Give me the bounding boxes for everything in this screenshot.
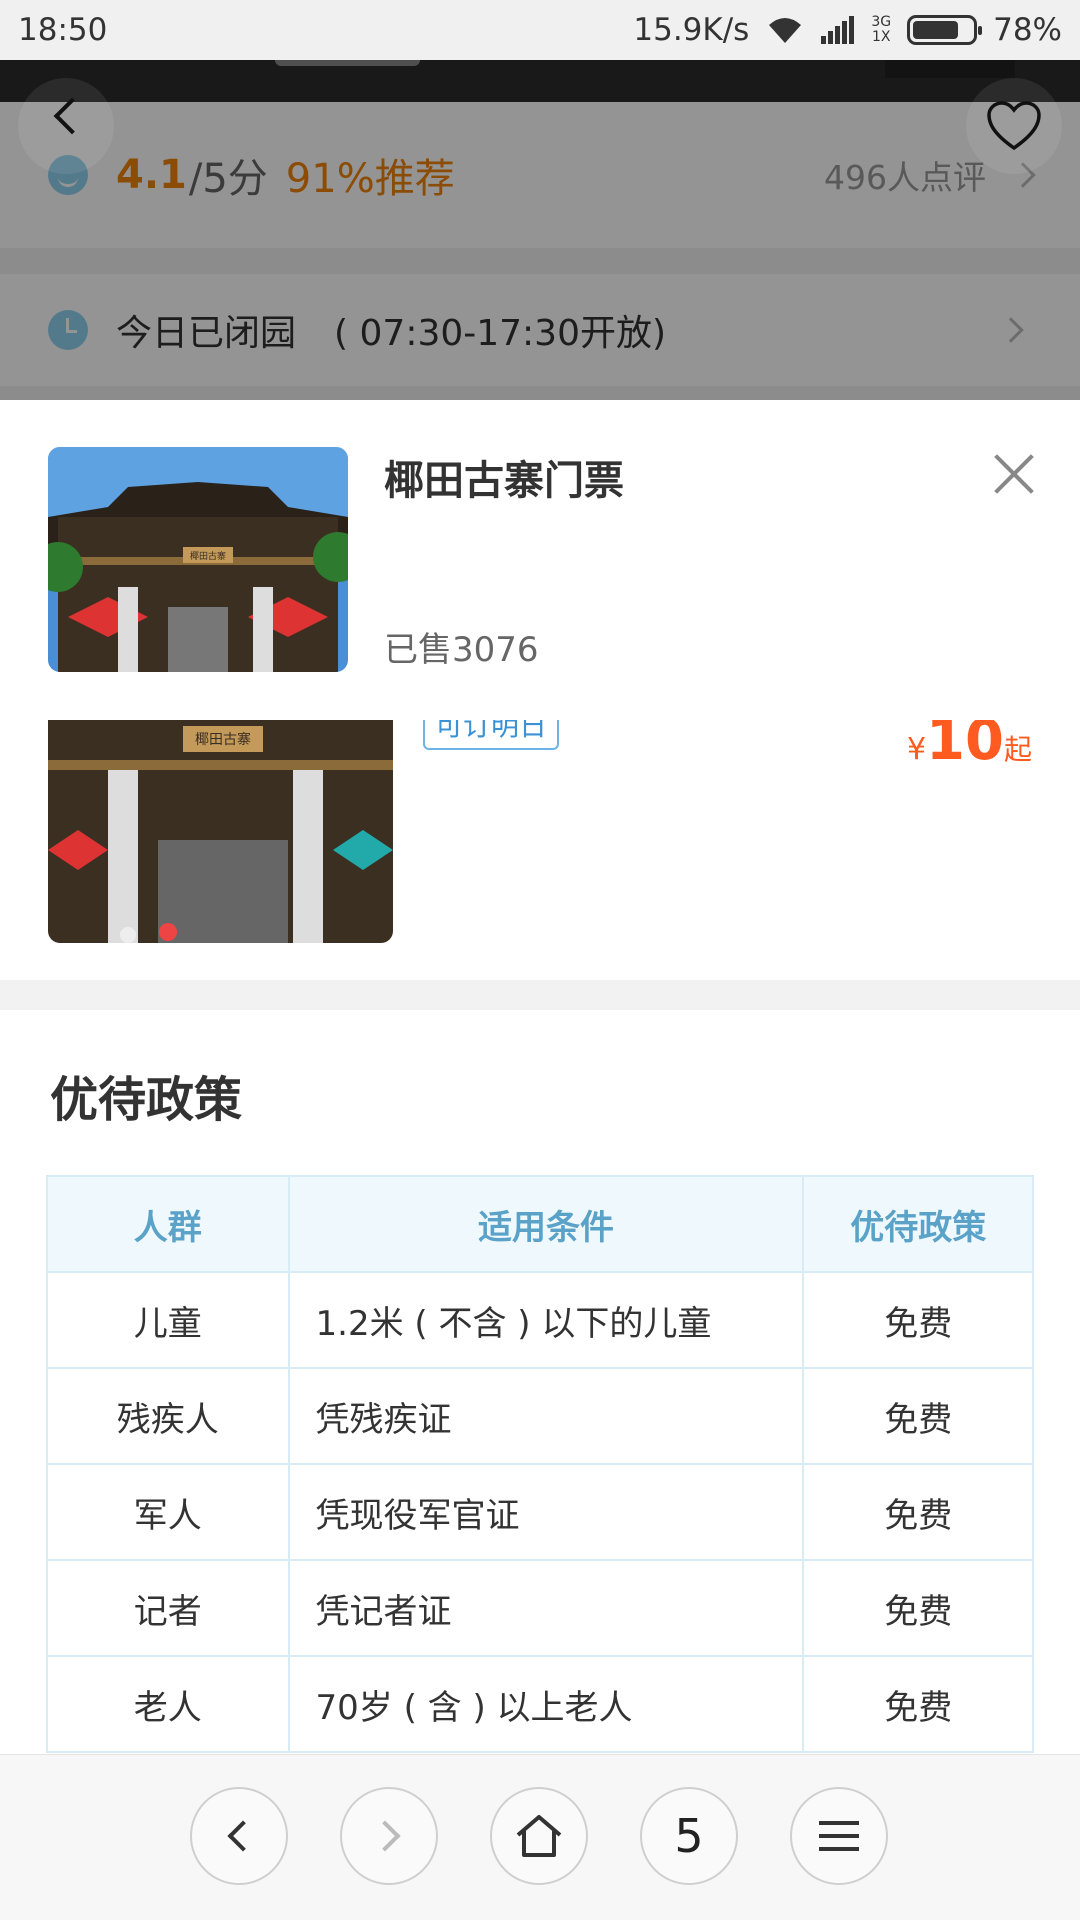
condition-cell: 1.2米 ( 不含 ) 以下的儿童 [287,1271,805,1369]
network-speed: 15.9K/s [633,12,750,48]
network-type: 3G 1X [871,14,892,45]
condition-cell: 凭记者证 [287,1559,805,1657]
home-button[interactable] [490,1787,588,1885]
back-button[interactable] [18,78,114,174]
sign-text: 椰田古寨 [195,731,251,748]
column-header: 优待政策 [802,1175,1034,1273]
policy-cell: 免费 [802,1367,1034,1465]
policy-cell: 免费 [802,1559,1034,1657]
wifi-icon [765,15,805,45]
section-title: 优待政策 [50,1072,243,1128]
ticket-popup: 椰田古寨 椰田古寨门票 已售3076 [0,400,1080,720]
group-cell: 记者 [46,1559,290,1657]
browser-back-button[interactable] [190,1787,288,1885]
condition-cell: 70岁 ( 含 ) 以上老人 [287,1655,805,1753]
group-cell: 残疾人 [46,1367,290,1465]
arrow-left-icon [227,1820,259,1852]
discount-policy-section: 优待政策 人群 适用条件 优待政策 儿童 1.2米 ( 不含 ) 以下的儿童 免… [0,1010,1080,1754]
close-icon[interactable] [992,452,1036,496]
browser-forward-button[interactable] [340,1787,438,1885]
table-row: 军人 凭现役军官证 免费 [46,1463,1034,1561]
heart-icon [987,101,1041,151]
group-cell: 老人 [46,1655,290,1753]
back-arrow-icon [53,97,91,135]
home-icon [516,1815,562,1857]
policy-cell: 免费 [802,1655,1034,1753]
group-cell: 儿童 [46,1271,290,1369]
battery-percent: 78% [993,12,1062,48]
ticket-thumbnail: 椰田古寨 [48,720,393,943]
menu-icon [819,1821,859,1851]
arrow-right-icon [369,1820,401,1852]
ticket-item[interactable]: 椰田古寨 可订明日 ¥10起 [0,706,1080,980]
status-bar: 18:50 15.9K/s 3G 1X 78% [0,0,1080,60]
column-header: 人群 [46,1175,290,1273]
modal-backdrop[interactable] [0,60,1080,400]
ticket-title: 椰田古寨门票 [384,458,624,504]
attraction-thumbnail: 椰田古寨 [48,447,348,672]
browser-toolbar: 5 [0,1754,1080,1920]
table-row: 老人 70岁 ( 含 ) 以上老人 免费 [46,1655,1034,1753]
column-header: 适用条件 [287,1175,805,1273]
favorite-button[interactable] [966,78,1062,174]
condition-cell: 凭现役军官证 [287,1463,805,1561]
signal-icon [821,16,855,44]
condition-cell: 凭残疾证 [287,1367,805,1465]
tabs-button[interactable]: 5 [640,1787,738,1885]
battery-icon [907,15,983,45]
table-header-row: 人群 适用条件 优待政策 [46,1175,1034,1273]
policy-cell: 免费 [802,1463,1034,1561]
sign-text: 椰田古寨 [190,550,226,562]
clock-time: 18:50 [18,12,108,48]
tabs-count: 5 [674,1809,704,1863]
policy-cell: 免费 [802,1271,1034,1369]
policy-table: 人群 适用条件 优待政策 儿童 1.2米 ( 不含 ) 以下的儿童 免费 残疾人… [46,1175,1034,1753]
menu-button[interactable] [790,1787,888,1885]
table-row: 记者 凭记者证 免费 [46,1559,1034,1657]
group-cell: 军人 [46,1463,290,1561]
sold-count: 已售3076 [384,630,539,670]
table-row: 儿童 1.2米 ( 不含 ) 以下的儿童 免费 [46,1271,1034,1369]
table-row: 残疾人 凭残疾证 免费 [46,1367,1034,1465]
